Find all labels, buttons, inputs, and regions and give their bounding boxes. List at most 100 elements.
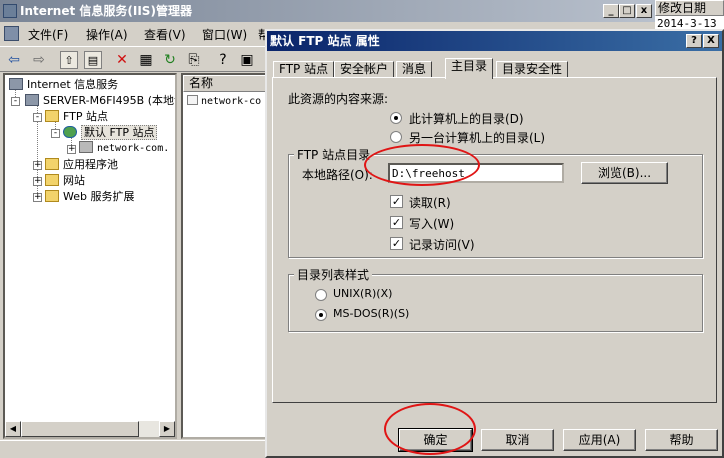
help-icon[interactable]: ? <box>214 51 232 69</box>
tab-ftp-site[interactable]: FTP 站点 <box>273 61 335 78</box>
minimize-button[interactable]: _ <box>603 4 619 18</box>
menu-view[interactable]: 查看(V) <box>144 26 186 43</box>
dialog-titlebar[interactable]: 默认 FTP 站点 属性 ? X <box>267 31 722 51</box>
forward-arrow-icon[interactable]: ⇨ <box>30 51 48 69</box>
tree-item-network[interactable]: network-com. <box>79 141 169 157</box>
tab-messages[interactable]: 消息 <box>396 61 433 78</box>
home-directory-panel: 此资源的内容来源: 此计算机上的目录(D) 另一台计算机上的目录(L) FTP … <box>272 77 717 403</box>
folder-icon <box>45 190 59 202</box>
ftp-site-icon <box>63 126 77 138</box>
checkbox-write-label[interactable]: 写入(W) <box>409 215 454 232</box>
dialog-close-button[interactable]: X <box>703 34 719 48</box>
up-folder-icon[interactable]: ⇧ <box>60 51 78 69</box>
menu-action[interactable]: 操作(A) <box>86 26 128 43</box>
tab-home-directory[interactable]: 主目录 <box>445 58 494 79</box>
tree-horizontal-scrollbar[interactable]: ◀ ▶ <box>5 421 175 437</box>
radio-local-directory-label[interactable]: 此计算机上的目录(D) <box>409 110 524 127</box>
properties-icon[interactable]: ▦ <box>137 51 155 69</box>
tree-label-ftp-sites: FTP 站点 <box>63 110 108 123</box>
tree-item-ftp-sites[interactable]: FTP 站点 <box>45 109 108 125</box>
checkbox-read[interactable]: ✓ <box>390 195 403 208</box>
folder-icon <box>45 110 59 122</box>
checkbox-log-visits[interactable]: ✓ <box>390 237 403 250</box>
maximize-button[interactable]: □ <box>619 4 635 18</box>
expand-web-ext-toggle[interactable]: + <box>33 193 42 202</box>
list-item[interactable]: network-co <box>187 95 261 107</box>
radio-unix-label[interactable]: UNIX(R)(X) <box>333 287 392 300</box>
delete-icon[interactable]: ✕ <box>113 51 131 69</box>
checkbox-write[interactable]: ✓ <box>390 216 403 229</box>
apply-button[interactable]: 应用(A) <box>563 429 636 451</box>
ftp-directory-group-title: FTP 站点目录 <box>294 146 374 163</box>
virtual-dir-icon <box>79 141 93 153</box>
tab-directory-security[interactable]: 目录安全性 <box>496 61 569 78</box>
iis-app-icon <box>3 4 17 18</box>
annotation-ring-path <box>364 144 480 186</box>
collapse-server-toggle[interactable]: - <box>11 97 20 106</box>
collapse-default-ftp-toggle[interactable]: - <box>51 129 60 138</box>
tree-label-app-pools: 应用程序池 <box>63 158 118 171</box>
content-list-pane[interactable]: 名称 network-co <box>181 73 270 439</box>
radio-msdos-label[interactable]: MS-DOS(R)(S) <box>333 307 409 320</box>
browse-button[interactable]: 浏览(B)... <box>581 162 668 184</box>
virtual-dir-icon <box>187 95 198 105</box>
modified-date-header[interactable]: 修改日期 <box>655 0 724 16</box>
radio-unix[interactable] <box>315 289 327 301</box>
dialog-help-button[interactable]: ? <box>686 34 702 48</box>
checkbox-read-label[interactable]: 读取(R) <box>409 194 451 211</box>
cancel-button[interactable]: 取消 <box>481 429 554 451</box>
tree-item-web-ext[interactable]: Web 服务扩展 <box>45 189 134 205</box>
radio-local-directory[interactable] <box>390 112 402 124</box>
radio-remote-share[interactable] <box>390 131 402 143</box>
help-button[interactable]: 帮助 <box>645 429 718 451</box>
tree-label-web-ext: Web 服务扩展 <box>63 190 135 203</box>
tree-item-default-ftp[interactable]: 默认 FTP 站点 <box>63 125 158 141</box>
server-icon <box>25 94 39 106</box>
tree-label-network: network-com. <box>97 143 170 154</box>
expand-app-pools-toggle[interactable]: + <box>33 161 42 170</box>
tree-label-default-ftp: 默认 FTP 站点 <box>81 125 158 140</box>
content-source-label: 此资源的内容来源: <box>288 92 389 106</box>
tree-label-server: SERVER-M6FI495B (本地计 <box>43 94 177 107</box>
list-item-label: network-co <box>201 96 262 107</box>
radio-msdos[interactable] <box>315 309 327 321</box>
iis-title-text: Internet 信息服务(IIS)管理器 <box>20 4 192 18</box>
listing-style-group-title: 目录列表样式 <box>294 266 373 283</box>
status-bar <box>0 440 270 458</box>
local-path-label: 本地路径(O): <box>302 168 373 182</box>
menu-bar: 文件(F) 操作(A) 查看(V) 窗口(W) 帮 <box>0 23 270 45</box>
tree-item-server[interactable]: SERVER-M6FI495B (本地计 <box>25 93 177 109</box>
tree-item-websites[interactable]: 网站 <box>45 173 85 189</box>
menu-window[interactable]: 窗口(W) <box>202 26 247 43</box>
tree-item-app-pools[interactable]: 应用程序池 <box>45 157 118 173</box>
scroll-left-icon[interactable]: ◀ <box>5 421 21 437</box>
tree-pane[interactable]: Internet 信息服务 - SERVER-M6FI495B (本地计 - F… <box>3 73 177 439</box>
export-list-icon[interactable]: ⎘ <box>185 51 203 69</box>
show-tree-icon[interactable]: ▤ <box>84 51 102 69</box>
checkbox-log-visits-label[interactable]: 记录访问(V) <box>409 236 475 253</box>
menu-file[interactable]: 文件(F) <box>28 26 68 43</box>
iis-titlebar[interactable]: Internet 信息服务(IIS)管理器 _ □ x <box>0 0 655 22</box>
tree-item-iis-root[interactable]: Internet 信息服务 <box>9 77 118 93</box>
tree-label-root: Internet 信息服务 <box>27 78 119 91</box>
scroll-right-icon[interactable]: ▶ <box>159 421 175 437</box>
iis-root-icon <box>9 78 23 90</box>
folder-icon <box>45 158 59 170</box>
scroll-thumb[interactable] <box>21 421 139 437</box>
tree-label-websites: 网站 <box>63 174 85 187</box>
back-arrow-icon[interactable]: ⇦ <box>5 51 23 69</box>
close-button[interactable]: x <box>636 4 652 18</box>
console-icon[interactable]: ▣ <box>238 51 256 69</box>
annotation-ring-ok <box>384 403 476 455</box>
tab-security-accounts[interactable]: 安全帐户 <box>334 61 395 78</box>
expand-websites-toggle[interactable]: + <box>33 177 42 186</box>
refresh-icon[interactable]: ↻ <box>161 51 179 69</box>
ftp-properties-dialog: 默认 FTP 站点 属性 ? X FTP 站点 安全帐户 消息 主目录 目录安全… <box>265 29 724 458</box>
expand-network-toggle[interactable]: + <box>67 145 76 154</box>
mmc-icon[interactable] <box>4 26 19 41</box>
folder-icon <box>45 174 59 186</box>
toolbar: ⇦ ⇨ ⇧ ▤ ✕ ▦ ↻ ⎘ ? ▣ <box>0 46 270 72</box>
dialog-title: 默认 FTP 站点 属性 <box>270 34 380 48</box>
collapse-ftp-toggle[interactable]: - <box>33 113 42 122</box>
column-header-name[interactable]: 名称 <box>183 75 268 92</box>
